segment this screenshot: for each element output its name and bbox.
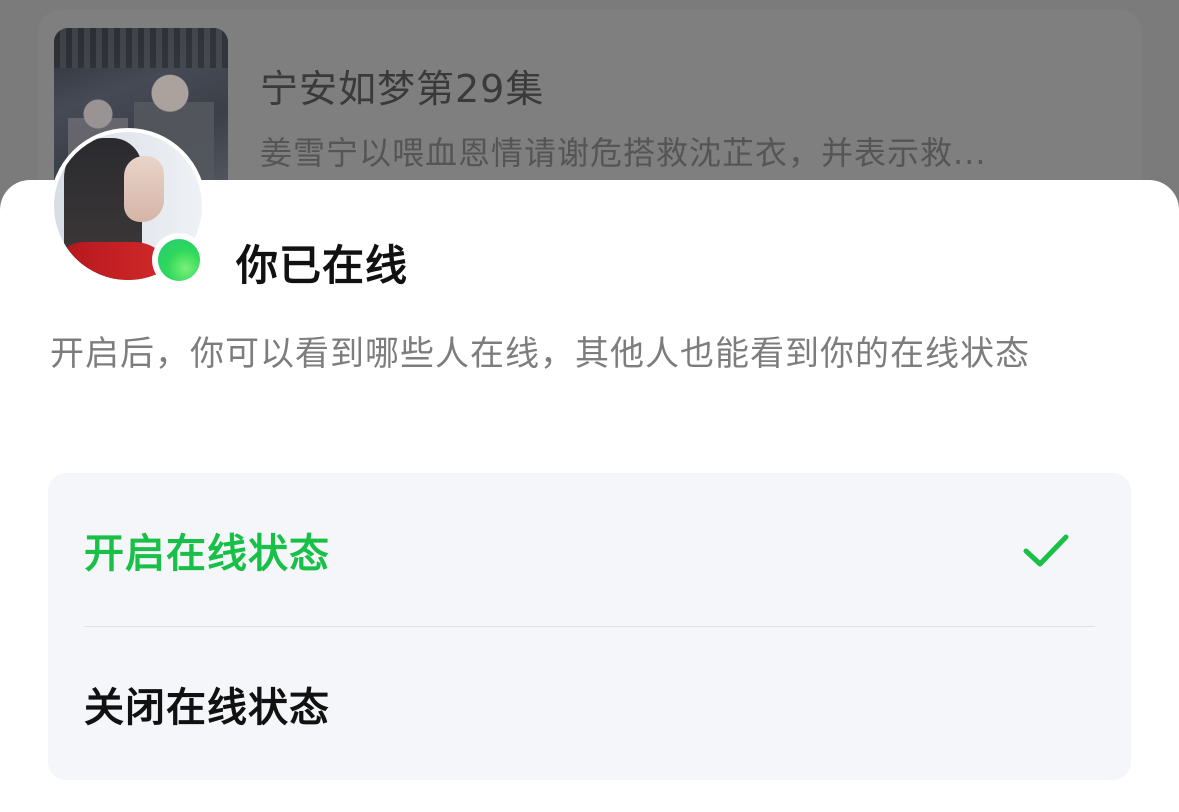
sheet-description: 开启后，你可以看到哪些人在线，其他人也能看到你的在线状态 — [50, 334, 1030, 374]
option-label: 开启在线状态 — [84, 531, 330, 577]
disable-online-status-option[interactable]: 关闭在线状态 — [48, 627, 1131, 781]
video-title: 宁安如梦第29集 — [260, 67, 545, 111]
status-options: 开启在线状态 关闭在线状态 — [48, 473, 1131, 780]
video-description: 姜雪宁以喂血恩情请谢危搭救沈芷衣，并表示救... — [260, 134, 987, 172]
sheet-title: 你已在线 — [236, 241, 409, 290]
check-icon — [1023, 534, 1069, 567]
online-status-dot-icon — [152, 233, 206, 287]
enable-online-status-option[interactable]: 开启在线状态 — [48, 473, 1131, 627]
option-label: 关闭在线状态 — [84, 685, 330, 731]
